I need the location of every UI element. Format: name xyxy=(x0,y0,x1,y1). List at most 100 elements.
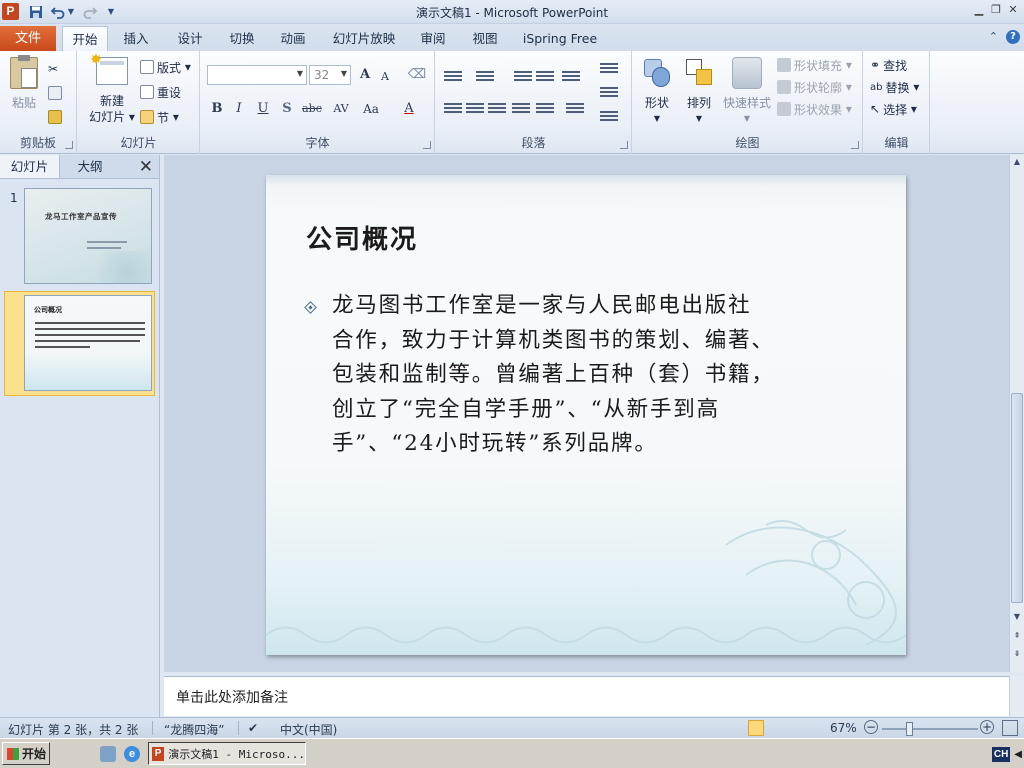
tab-review[interactable]: 审阅 xyxy=(413,26,453,51)
tab-ispring[interactable]: iSpring Free xyxy=(520,26,600,51)
show-desktop-icon[interactable] xyxy=(100,746,116,762)
tab-slides[interactable]: 幻灯片 xyxy=(0,155,60,178)
font-size-combobox[interactable]: 32 ▼ xyxy=(309,65,351,85)
clipboard-launcher-icon[interactable] xyxy=(65,141,73,149)
help-icon[interactable]: ? xyxy=(1006,30,1020,44)
powerpoint-app-icon[interactable]: P xyxy=(2,3,19,20)
smartart-icon[interactable] xyxy=(600,109,618,125)
tab-design[interactable]: 设计 xyxy=(170,26,210,51)
shape-outline-button[interactable]: 形状轮廓 ▾ xyxy=(777,77,852,97)
font-name-combobox[interactable]: ▼ xyxy=(207,65,307,85)
slide-body-text[interactable]: 龙马图书工作室是一家与人民邮电出版社 合作，致力于计算机类图书的策划、编著、 包… xyxy=(332,289,872,462)
copy-icon[interactable] xyxy=(48,83,65,103)
vertical-scrollbar[interactable]: ▲ ▼ ⇞ ⇟ xyxy=(1009,155,1024,672)
normal-view-icon[interactable] xyxy=(748,720,764,736)
taskbar-powerpoint-button[interactable]: P 演示文稿1 - Microso... xyxy=(148,742,306,765)
fit-to-window-icon[interactable] xyxy=(1002,720,1018,736)
bullets-icon[interactable] xyxy=(444,69,462,85)
decrease-indent-icon[interactable] xyxy=(514,69,532,85)
next-slide-icon[interactable]: ⇟ xyxy=(1010,647,1024,661)
close-pane-icon[interactable]: ✕ xyxy=(139,157,153,177)
numbering-icon[interactable] xyxy=(476,69,494,85)
text-direction-icon[interactable] xyxy=(600,61,618,77)
find-button[interactable]: ⚭ 查找 xyxy=(870,55,907,75)
replace-button[interactable]: ab 替换 ▾ xyxy=(870,77,919,97)
customize-qat-icon[interactable]: ▼ xyxy=(106,3,116,20)
zoom-out-icon[interactable]: − xyxy=(864,720,878,734)
arrange-button[interactable]: 排列 ▼ xyxy=(679,57,719,127)
format-painter-icon[interactable] xyxy=(48,107,65,127)
columns-icon[interactable] xyxy=(566,101,584,117)
quick-styles-button[interactable]: 快速样式 ▼ xyxy=(721,57,773,127)
shape-effects-button[interactable]: 形状效果 ▾ xyxy=(777,99,852,119)
zoom-slider[interactable] xyxy=(882,722,978,736)
font-launcher-icon[interactable] xyxy=(423,141,431,149)
language-indicator[interactable]: 中文(中国) xyxy=(280,721,337,738)
drawing-launcher-icon[interactable] xyxy=(851,141,859,149)
tab-view[interactable]: 视图 xyxy=(465,26,505,51)
slide-canvas[interactable]: 公司概况 龙马图书工作室是一家与人民邮电出版社 合作，致力于计算机类图书的策划、… xyxy=(266,175,906,655)
scroll-thumb[interactable] xyxy=(1011,393,1023,603)
reset-button[interactable]: 重设 xyxy=(140,82,181,102)
shape-fill-button[interactable]: 形状填充 ▾ xyxy=(777,55,852,75)
clear-formatting-icon[interactable]: ⌫ xyxy=(407,65,427,85)
underline-button[interactable]: U xyxy=(253,99,273,119)
notes-pane[interactable]: 单击此处添加备注 xyxy=(164,676,1009,716)
bold-button[interactable]: B xyxy=(207,99,227,119)
tab-home[interactable]: 开始 xyxy=(62,26,108,51)
ie-icon[interactable]: e xyxy=(124,746,140,762)
tab-insert[interactable]: 插入 xyxy=(116,26,156,51)
slide-title[interactable]: 公司概况 xyxy=(306,219,418,256)
undo-icon[interactable] xyxy=(50,3,66,20)
zoom-in-icon[interactable]: + xyxy=(980,720,994,734)
minimize-icon[interactable]: ▁ xyxy=(972,3,986,17)
slide-thumbnail-1[interactable]: 龙马工作室产品宣传 xyxy=(24,188,152,284)
paste-button[interactable]: 粘贴 xyxy=(6,55,42,111)
align-text-icon[interactable] xyxy=(600,85,618,101)
notes-scrollbar[interactable] xyxy=(1009,676,1024,716)
spell-check-icon[interactable]: ✔ xyxy=(248,721,258,735)
tab-outline[interactable]: 大纲 xyxy=(60,155,120,178)
italic-button[interactable]: I xyxy=(229,99,249,119)
save-icon[interactable] xyxy=(28,3,44,20)
start-button[interactable]: 开始 xyxy=(2,742,50,765)
zoom-slider-thumb[interactable] xyxy=(906,722,913,736)
select-button[interactable]: ↖ 选择 ▾ xyxy=(870,99,917,119)
align-center-icon[interactable] xyxy=(466,101,484,117)
slideshow-view-icon[interactable] xyxy=(802,720,818,736)
notes-placeholder[interactable]: 单击此处添加备注 xyxy=(176,687,288,707)
ime-indicator[interactable]: CH xyxy=(991,746,1011,762)
font-name-dropdown-icon[interactable]: ▼ xyxy=(297,69,303,78)
tab-animations[interactable]: 动画 xyxy=(273,26,313,51)
theme-name[interactable]: “龙腾四海” xyxy=(164,721,224,738)
increase-indent-icon[interactable] xyxy=(536,69,554,85)
tab-transitions[interactable]: 切换 xyxy=(222,26,262,51)
char-spacing-button[interactable]: AV xyxy=(329,99,353,119)
text-shadow-button[interactable]: S xyxy=(277,99,297,119)
minimize-ribbon-icon[interactable]: ⌃ xyxy=(989,30,998,44)
strikethrough-button[interactable]: abc xyxy=(299,99,325,119)
undo-dropdown-icon[interactable]: ▼ xyxy=(66,3,76,20)
cut-icon[interactable]: ✂ xyxy=(48,59,58,79)
paragraph-launcher-icon[interactable] xyxy=(620,141,628,149)
font-size-dropdown-icon[interactable]: ▼ xyxy=(341,69,347,78)
slide-thumbnail-2[interactable]: 公司概况 xyxy=(24,295,152,391)
previous-slide-icon[interactable]: ⇞ xyxy=(1010,629,1024,643)
zoom-level[interactable]: 67% xyxy=(830,721,857,735)
restore-icon[interactable]: ❐ xyxy=(989,3,1003,17)
slide-sorter-icon[interactable] xyxy=(766,720,782,736)
grow-font-icon[interactable]: A xyxy=(355,65,375,85)
scroll-up-icon[interactable]: ▲ xyxy=(1010,155,1024,169)
align-left-icon[interactable] xyxy=(444,101,462,117)
font-color-button[interactable]: A xyxy=(399,99,419,119)
line-spacing-icon[interactable] xyxy=(562,69,580,85)
ime-options-icon[interactable]: ◀ xyxy=(1014,749,1022,760)
reading-view-icon[interactable] xyxy=(784,720,800,736)
align-right-icon[interactable] xyxy=(488,101,506,117)
layout-button[interactable]: 版式 ▾ xyxy=(140,57,191,77)
new-slide-button[interactable]: ✸ 新建 幻灯片 ▾ xyxy=(86,52,138,125)
justify-icon[interactable] xyxy=(512,101,530,117)
section-button[interactable]: 节 ▾ xyxy=(140,107,179,127)
shrink-font-icon[interactable]: A xyxy=(375,67,395,87)
close-icon[interactable]: ✕ xyxy=(1006,3,1020,17)
